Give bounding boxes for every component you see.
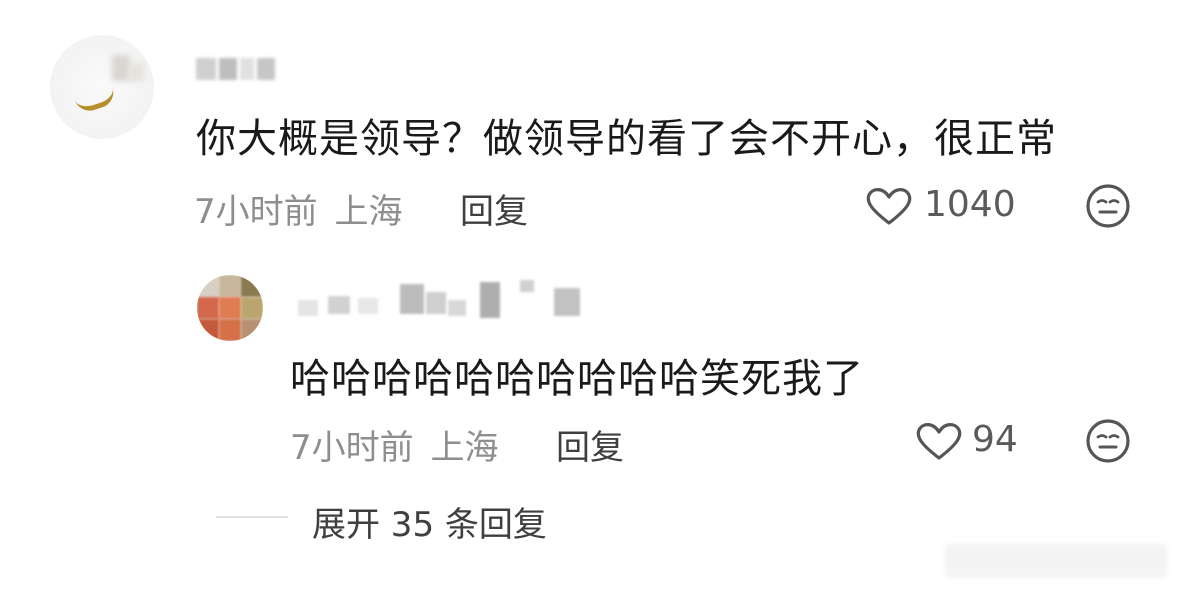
- comment-time: 7小时前: [194, 192, 318, 232]
- reply-text: 哈哈哈哈哈哈哈哈哈哈笑死我了: [290, 356, 864, 402]
- reply-location: 上海: [430, 428, 499, 468]
- commenter-avatar[interactable]: [50, 35, 154, 139]
- comment-like-count: 1040: [924, 184, 1016, 225]
- heart-outline-icon[interactable]: [864, 186, 914, 226]
- reply-time: 7小时前: [290, 428, 414, 468]
- commenter-username-blurred[interactable]: [196, 58, 280, 82]
- replier-username-blurred[interactable]: [298, 278, 588, 318]
- comment-text: 你大概是领导？做领导的看了会不开心，很正常: [196, 116, 1057, 162]
- reply-reply-button[interactable]: 回复: [556, 420, 624, 469]
- comment-reply-button[interactable]: 回复: [460, 184, 528, 233]
- neutral-face-icon[interactable]: [1085, 183, 1131, 229]
- neutral-face-icon[interactable]: [1085, 418, 1131, 464]
- reply-meta: 7小时前 上海: [290, 420, 498, 469]
- reply-like-count: 94: [972, 419, 1018, 460]
- expand-divider: [216, 516, 288, 518]
- reply-avatar[interactable]: [197, 275, 263, 341]
- comment-meta: 7小时前 上海: [194, 184, 402, 233]
- heart-outline-icon[interactable]: [914, 421, 964, 461]
- expand-replies-button[interactable]: 展开 35 条回复: [312, 497, 547, 546]
- watermark: [945, 544, 1167, 578]
- comment-location: 上海: [334, 192, 403, 232]
